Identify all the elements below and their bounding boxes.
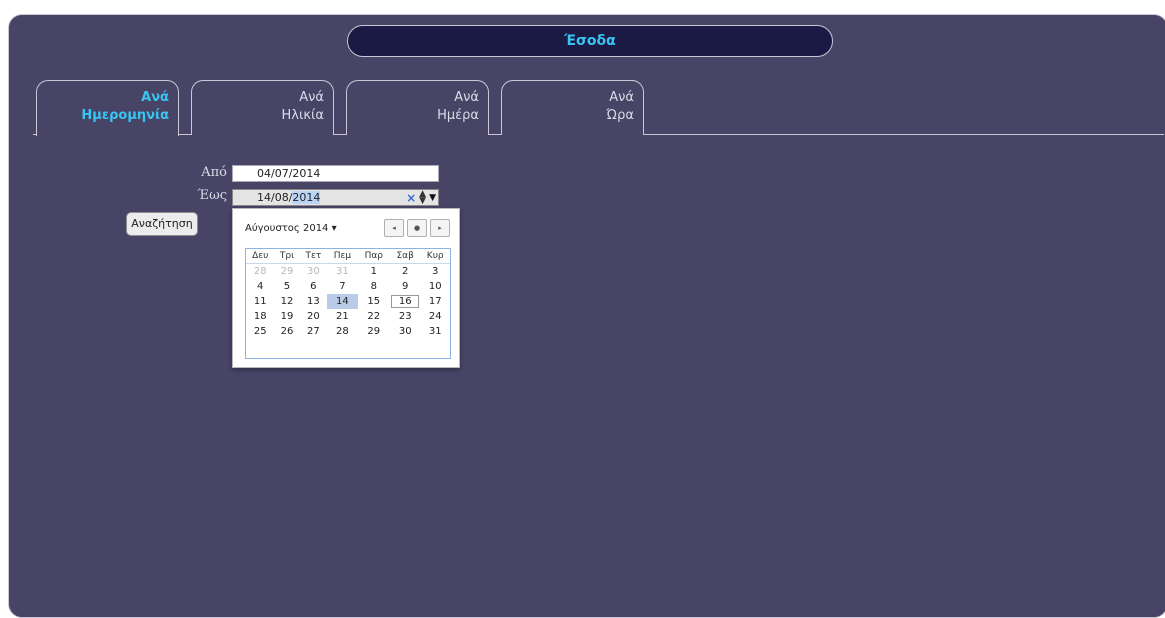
month-nav: ◂ ● ▸ bbox=[381, 219, 450, 237]
tab-by-day-line2: Ημέρα bbox=[437, 108, 479, 123]
calendar-day[interactable]: 26 bbox=[274, 324, 299, 339]
calendar-day[interactable]: 8 bbox=[358, 279, 390, 294]
calendar-day[interactable]: 30 bbox=[300, 264, 328, 280]
calendar-day[interactable]: 18 bbox=[246, 309, 274, 324]
weekday-header: Πεμ bbox=[327, 249, 358, 264]
calendar-day[interactable]: 29 bbox=[358, 324, 390, 339]
calendar-day[interactable]: 27 bbox=[300, 324, 328, 339]
calendar-day[interactable]: 10 bbox=[420, 279, 450, 294]
chevron-left-icon: ◂ bbox=[392, 224, 396, 232]
weekday-header: Κυρ bbox=[420, 249, 450, 264]
weekday-header: Δευ bbox=[246, 249, 275, 264]
calendar-day[interactable]: 21 bbox=[327, 309, 357, 324]
calendar-day[interactable]: 15 bbox=[358, 294, 390, 309]
calendar-day[interactable]: 9 bbox=[390, 279, 420, 294]
tab-by-date-line2: Ημερομηνία bbox=[81, 108, 169, 123]
weekday-header: Τρι bbox=[274, 249, 300, 264]
tab-by-age-line1: Ανά bbox=[299, 90, 324, 105]
tab-by-age-line2: Ηλικία bbox=[281, 108, 325, 123]
from-date-input[interactable]: 04/07/2014 bbox=[232, 165, 439, 182]
tab-by-hour[interactable]: Ανά Ώρα bbox=[501, 80, 644, 135]
tab-by-date-line1: Ανά bbox=[141, 90, 169, 105]
from-date-value: 04/07/2014 bbox=[257, 167, 321, 180]
page-title: Έσοδα bbox=[347, 25, 833, 57]
dot-icon: ● bbox=[413, 224, 421, 232]
calendar-week-row: 25 26 27 28 29 30 31 bbox=[246, 324, 450, 339]
tab-by-age[interactable]: Ανά Ηλικία bbox=[191, 80, 334, 135]
calendar-day[interactable]: 28 bbox=[246, 264, 274, 280]
calendar-day[interactable]: 25 bbox=[246, 324, 274, 339]
to-label: Έως bbox=[197, 188, 227, 203]
calendar-grid: Δευ Τρι Τετ Πεμ Παρ Σαβ Κυρ 28 29 30 31 1 2 3 4… bbox=[245, 248, 451, 359]
calendar-day[interactable]: 3 bbox=[420, 264, 450, 280]
calendar-day[interactable]: 4 bbox=[246, 279, 274, 294]
chevron-right-icon: ▸ bbox=[438, 224, 442, 232]
calendar-day[interactable]: 28 bbox=[327, 324, 357, 339]
tab-by-date[interactable]: Ανά Ημερομηνία bbox=[36, 80, 179, 136]
spinner-icon[interactable]: ▲ ▼ bbox=[419, 189, 426, 205]
from-label: Από bbox=[201, 165, 227, 180]
to-date-value-selected: 2014 bbox=[292, 191, 321, 204]
calendar-day[interactable]: 12 bbox=[274, 294, 299, 309]
clear-icon[interactable]: × bbox=[406, 191, 416, 205]
calendar-day[interactable]: 23 bbox=[390, 309, 420, 324]
calendar-day[interactable]: 1 bbox=[358, 264, 390, 280]
calendar-day[interactable]: 29 bbox=[274, 264, 299, 280]
tab-by-hour-line1: Ανά bbox=[609, 90, 634, 105]
calendar-day[interactable]: 5 bbox=[274, 279, 299, 294]
weekday-header: Τετ bbox=[299, 249, 328, 264]
calendar-day[interactable]: 22 bbox=[358, 309, 390, 324]
prev-month-button[interactable]: ◂ bbox=[384, 219, 404, 237]
calendar-day[interactable]: 16 bbox=[390, 294, 420, 309]
weekday-header: Σαβ bbox=[389, 249, 421, 264]
caret-down-icon: ▾ bbox=[331, 223, 337, 234]
calendar-day[interactable]: 13 bbox=[300, 294, 328, 309]
page-title-text: Έσοδα bbox=[564, 33, 616, 49]
weekday-header: Παρ bbox=[357, 249, 390, 264]
to-date-controls: × ▲ ▼ ▼ bbox=[406, 189, 436, 205]
calendar-day[interactable]: 31 bbox=[327, 264, 357, 280]
month-year-selector[interactable]: Αύγουστος 2014 ▾ bbox=[245, 223, 337, 234]
next-month-button[interactable]: ▸ bbox=[430, 219, 450, 237]
calendar-day[interactable]: 11 bbox=[246, 294, 274, 309]
weekday-header-row: Δευ Τρι Τετ Πεμ Παρ Σαβ Κυρ bbox=[246, 249, 450, 264]
calendar-day[interactable]: 2 bbox=[390, 264, 420, 280]
dropdown-arrow-icon[interactable]: ▼ bbox=[429, 193, 436, 203]
calendar-day[interactable]: 6 bbox=[300, 279, 328, 294]
calendar-day[interactable]: 14 bbox=[327, 294, 358, 309]
calendar-week-row: 18 19 20 21 22 23 24 bbox=[246, 309, 450, 324]
tab-by-hour-line2: Ώρα bbox=[606, 108, 634, 123]
to-date-input[interactable]: 14/08/2014 × ▲ ▼ ▼ bbox=[232, 189, 439, 206]
calendar-body: 28 29 30 31 1 2 3 4 5 6 7 8 9 10 11 12 13 14 15 16 17 18 19 20 2… bbox=[246, 264, 450, 340]
tab-by-day[interactable]: Ανά Ημέρα bbox=[346, 80, 489, 135]
calendar-table: Δευ Τρι Τετ Πεμ Παρ Σαβ Κυρ 28 29 30 31 1 2 3 4… bbox=[246, 249, 450, 339]
calendar-day[interactable]: 7 bbox=[327, 279, 357, 294]
search-button[interactable]: Αναζήτηση bbox=[126, 212, 198, 236]
calendar-day[interactable]: 20 bbox=[300, 309, 328, 324]
today-button[interactable]: ● bbox=[407, 219, 427, 237]
to-date-value-prefix: 14/08/ bbox=[257, 191, 293, 204]
tab-by-day-line1: Ανά bbox=[454, 90, 479, 105]
calendar-day[interactable]: 30 bbox=[390, 324, 420, 339]
calendar-week-row: 4 5 6 7 8 9 10 bbox=[246, 279, 450, 294]
calendar-week-row: 11 12 13 14 15 16 17 bbox=[246, 294, 450, 309]
calendar-week-row: 28 29 30 31 1 2 3 bbox=[246, 264, 450, 280]
date-picker-popup: Αύγουστος 2014 ▾ ◂ ● ▸ Δευ Τρι Τετ Πεμ Π… bbox=[232, 208, 460, 368]
calendar-day[interactable]: 19 bbox=[274, 309, 299, 324]
calendar-day[interactable]: 17 bbox=[420, 294, 450, 309]
month-year-label: Αύγουστος 2014 bbox=[245, 223, 329, 234]
calendar-day[interactable]: 24 bbox=[420, 309, 450, 324]
calendar-day[interactable]: 31 bbox=[420, 324, 450, 339]
